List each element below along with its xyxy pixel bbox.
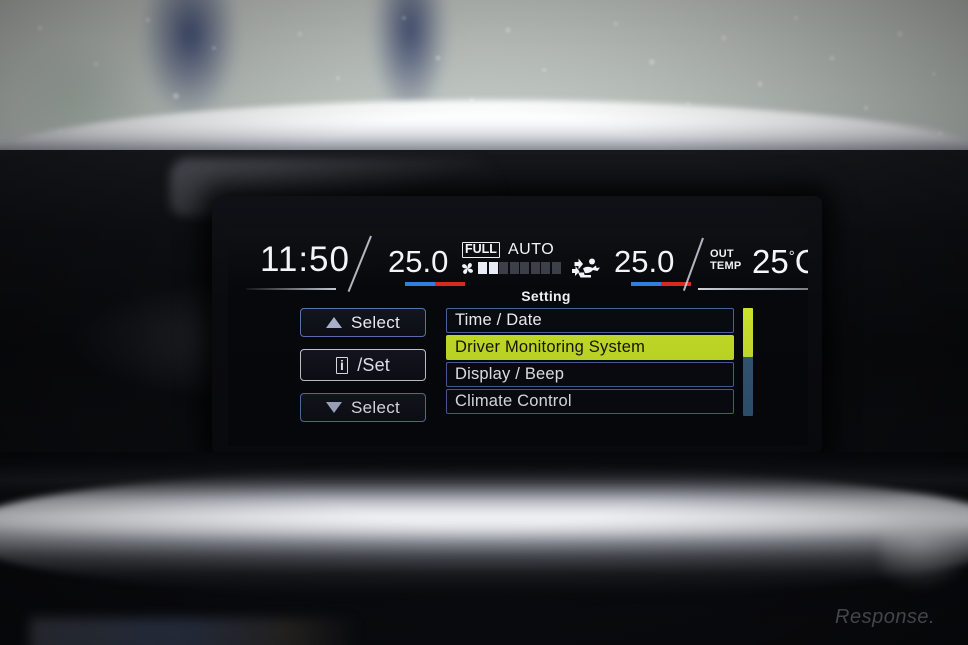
auto-label: AUTO [508,241,555,258]
status-separator-1 [347,235,390,293]
select-up-label: Select [350,312,401,332]
info-box-icon: i [335,356,349,374]
control-buttons: Select i /Set Select [300,308,426,434]
list-item[interactable]: Time / Date [446,308,734,333]
trim-right-cap [880,470,968,610]
passenger-temp-bar [631,282,691,286]
select-up-button[interactable]: Select [300,308,426,337]
settings-menu: Time / Date Driver Monitoring System Dis… [446,308,734,416]
list-item[interactable]: Climate Control [446,389,734,414]
clock-underline [246,288,336,290]
menu-item-label: Time / Date [455,311,542,329]
list-item[interactable]: Driver Monitoring System [446,335,734,360]
fan-icon [462,263,473,274]
driver-temp-bar [405,282,465,286]
info-set-label: /Set [357,354,391,375]
full-badge: FULL [462,242,500,258]
outside-temp-value: 25 [752,243,789,280]
status-bar-underline [698,288,808,290]
outside-temp-label-line1: OUT [710,248,734,260]
outside-temp-label-line2: TEMP [710,259,742,272]
passenger-temperature: 25.0 [614,244,675,279]
fan-block: FULL AUTO [460,240,566,288]
triangle-down-icon [325,402,342,413]
trim-highlight [0,505,968,539]
triangle-up-icon [325,317,342,328]
scrollbar[interactable] [743,308,753,416]
select-down-label: Select [350,397,401,417]
menu-item-label: Climate Control [455,392,572,410]
list-item[interactable]: Display / Beep [446,362,734,387]
info-set-button[interactable]: i /Set [300,349,426,381]
menu-item-label: Display / Beep [455,365,565,383]
outside-temp-label: OUT TEMP [710,248,742,272]
outside-temperature: 25°C [752,243,808,281]
page-title: Setting [521,288,571,304]
menu-item-label: Driver Monitoring System [455,338,646,356]
photo-scene: 11:50 25.0 FULL AUTO 25.0 OUT TEMP 25°C … [0,0,968,645]
select-down-button[interactable]: Select [300,393,426,422]
clock: 11:50 [260,240,350,279]
airflow-face-foot-icon [572,258,600,278]
bottom-glow [30,618,360,645]
climate-status-bar: 11:50 25.0 FULL AUTO 25.0 OUT TEMP 25°C [228,234,808,293]
multi-function-display: 11:50 25.0 FULL AUTO 25.0 OUT TEMP 25°C … [228,228,808,446]
scrollbar-thumb[interactable] [743,308,753,357]
watermark: Response. [835,606,936,628]
driver-temperature: 25.0 [388,244,449,279]
fan-speed-bars [478,262,561,274]
outside-temp-unit: C [794,243,808,280]
